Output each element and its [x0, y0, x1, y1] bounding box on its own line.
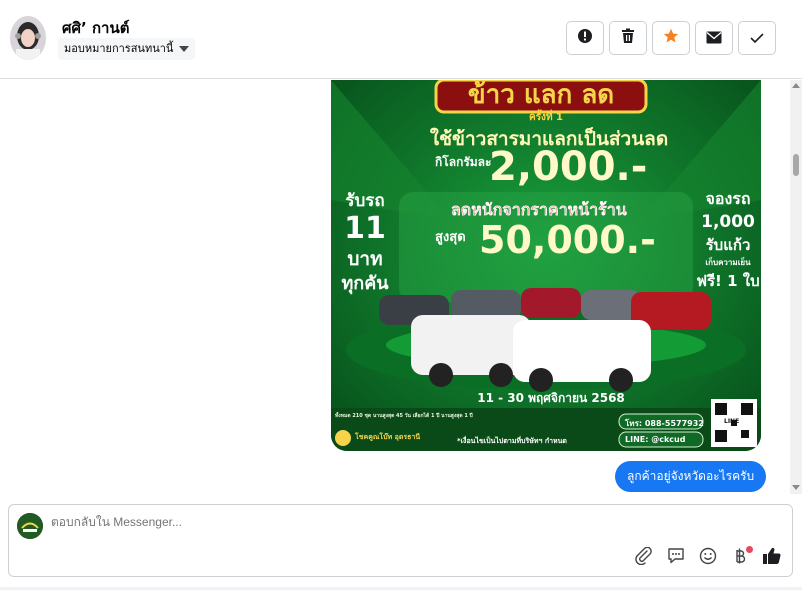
right-promo-line: ฟรี! 1 ใบ: [696, 272, 760, 290]
right-promo-line: 1,000: [701, 212, 755, 232]
poster-dates: 11 - 30 พฤศจิกายน 2568: [477, 391, 625, 405]
left-promo-line: บาท: [347, 248, 383, 270]
like-button[interactable]: [761, 547, 783, 569]
message-bubble-outgoing[interactable]: ลูกค้าอยู่จังหวัดอะไรครับ: [615, 461, 767, 492]
message-composer: [8, 504, 793, 577]
poster-per-kg-value: 2,000.-: [489, 144, 648, 190]
envelope-icon: [706, 29, 722, 48]
avatar[interactable]: [10, 16, 46, 60]
page-avatar: [17, 513, 43, 539]
left-promo-line: รับรถ: [345, 191, 385, 211]
contact-name: ศศิ’ กานต์: [62, 19, 130, 37]
poster-dealer: โชคคูณโบ๊ท อุดรธานี: [355, 433, 421, 441]
attach-button[interactable]: [633, 546, 655, 569]
poster-footnote: *เงื่อนไขเป็นไปตามที่บริษัทฯ กำหนด: [457, 437, 567, 445]
payment-button[interactable]: [729, 546, 753, 569]
saved-replies-button[interactable]: [665, 547, 687, 569]
delete-button[interactable]: [609, 21, 647, 55]
thread-scrollbar[interactable]: [790, 80, 802, 494]
trash-icon: [621, 28, 635, 48]
star-icon: [663, 28, 679, 48]
poster-phone: โทร: 088-5577932: [625, 419, 704, 428]
left-promo: รับรถ 11 บาท ทุกคัน: [337, 190, 393, 296]
message-thread: ข้าว แลก ลด ครั้งที่ 1 ใช้ข้าวสารมาแลกเป…: [0, 80, 802, 494]
emoji-button[interactable]: [697, 547, 719, 569]
reply-input[interactable]: [51, 515, 751, 529]
left-promo-line: 11: [344, 211, 386, 246]
right-promo-line: รับแก้ว: [705, 236, 751, 254]
scrollbar-thumb[interactable]: [793, 154, 799, 176]
assign-conversation-dropdown[interactable]: มอบหมายการสนทนานี้: [58, 38, 196, 60]
promo-poster-image[interactable]: ข้าว แลก ลด ครั้งที่ 1 ใช้ข้าวสารมาแลกเป…: [331, 80, 761, 451]
left-promo-line: ทุกคัน: [341, 273, 389, 294]
right-promo-line: จองรถ: [705, 189, 751, 208]
thumbs-up-icon: [762, 546, 782, 570]
caret-down-icon: [179, 46, 190, 52]
poster-line-id: LINE: @ckcud: [625, 435, 686, 444]
poster-per-kg-label: กิโลกรัมละ: [435, 155, 492, 169]
right-promo: จองรถ 1,000 รับแก้ว เก็บความเย็น ฟรี! 1 …: [695, 188, 761, 292]
star-button[interactable]: [652, 21, 690, 55]
assign-label: มอบหมายการสนทนานี้: [64, 42, 174, 55]
poster-max-value: 50,000.-: [479, 218, 656, 262]
smiley-icon: [699, 547, 717, 569]
report-icon: [577, 28, 593, 48]
qr-code-label: LINE: [724, 418, 740, 425]
conversation-header: ศศิ’ กานต์ มอบหมายการสนทนานี้: [0, 0, 802, 79]
notification-dot: [746, 546, 753, 553]
poster-max-label: สูงสุด: [435, 230, 466, 245]
paperclip-icon: [635, 546, 653, 569]
check-icon: [750, 29, 764, 48]
scroll-down-arrow-icon[interactable]: [792, 485, 800, 490]
mark-unread-button[interactable]: [695, 21, 733, 55]
scroll-up-arrow-icon[interactable]: [792, 83, 800, 88]
right-promo-line: เก็บความเย็น: [705, 258, 751, 267]
speech-bubble-icon: [667, 547, 685, 569]
poster-stats: ทั้งหมด 210 ชุด นานสูงสุด 45 วัน เลือกได…: [335, 413, 473, 419]
report-button[interactable]: [566, 21, 604, 55]
poster-round: ครั้งที่ 1: [529, 112, 563, 123]
mark-done-button[interactable]: [738, 21, 776, 55]
